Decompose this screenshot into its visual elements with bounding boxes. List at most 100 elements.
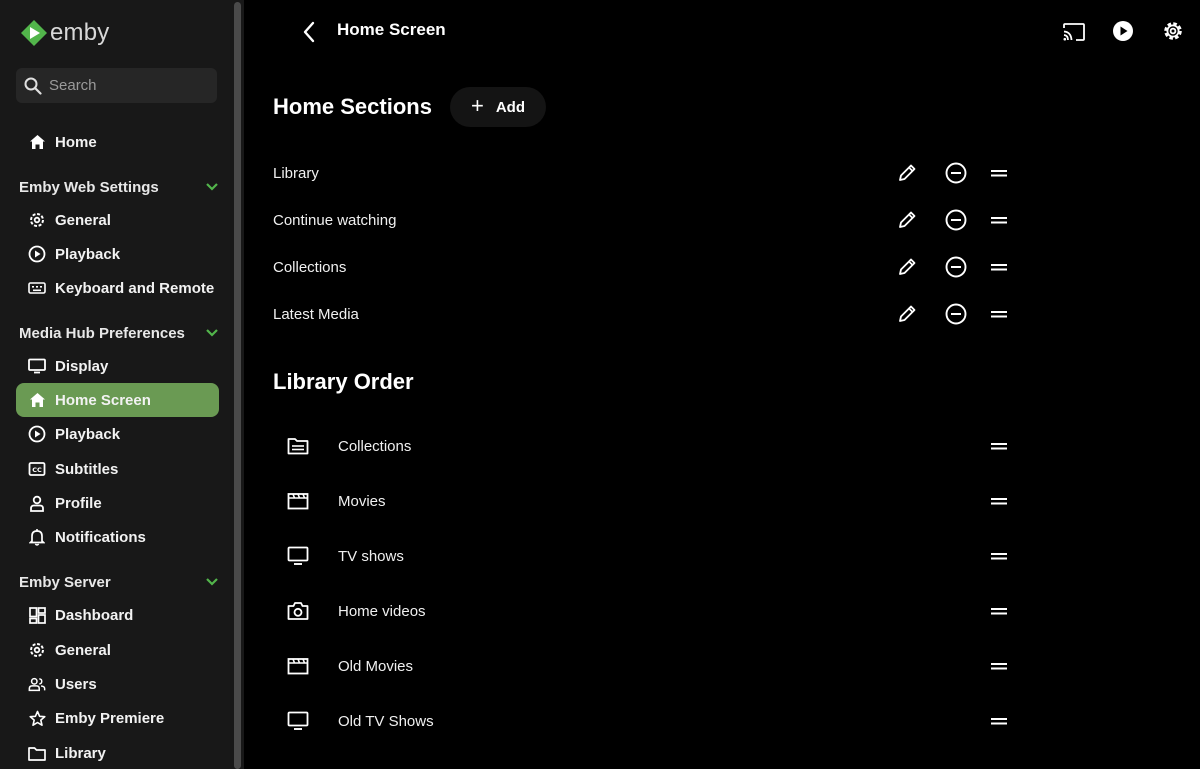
users-icon <box>28 675 46 693</box>
sidebar-scrollbar[interactable] <box>234 2 241 769</box>
sidebar-item-users[interactable]: Users <box>16 667 219 701</box>
sidebar-item-library[interactable]: Library <box>16 736 219 769</box>
library-label: Home videos <box>338 602 426 620</box>
library-row: Home videos <box>286 593 1013 629</box>
sidebar-item-general-server[interactable]: General <box>16 633 219 667</box>
library-row: Collections <box>286 428 1013 464</box>
sidebar-item-label: Keyboard and Remote <box>55 279 215 297</box>
library-label: Movies <box>338 492 386 510</box>
edit-icon[interactable] <box>893 159 921 187</box>
home-icon <box>28 133 46 151</box>
add-section-button[interactable]: + Add <box>450 87 546 127</box>
monitor-icon <box>28 357 46 375</box>
sidebar-item-emby-premiere[interactable]: Emby Premiere <box>16 701 219 735</box>
remove-circle-icon[interactable] <box>942 300 970 328</box>
section-label: Latest Media <box>273 305 359 323</box>
sidebar-item-label: Profile <box>55 494 102 512</box>
plus-icon: + <box>470 93 484 118</box>
add-label: Add <box>495 98 526 116</box>
cast-icon <box>1063 23 1085 41</box>
drag-handle-icon[interactable] <box>985 597 1013 625</box>
library-row: Old TV Shows <box>286 703 1013 739</box>
group-media-hub-preferences[interactable]: Media Hub Preferences <box>19 321 219 345</box>
sidebar-item-playback-2[interactable]: Playback <box>16 417 219 451</box>
keyboard-icon <box>28 279 46 297</box>
sidebar-item-label: Playback <box>55 245 121 263</box>
search-input[interactable]: Search <box>16 68 217 103</box>
movie-icon <box>286 489 310 513</box>
movie-icon <box>286 654 310 678</box>
search-placeholder: Search <box>49 77 97 94</box>
sidebar-item-label: Users <box>55 675 97 693</box>
sidebar-item-home-screen[interactable]: Home Screen <box>16 383 219 417</box>
sidebar-item-label: Library <box>55 744 106 762</box>
home-section-row: Library <box>273 158 1013 188</box>
chevron-down-icon <box>206 183 218 191</box>
dashboard-icon <box>28 606 46 624</box>
sidebar-item-label: Display <box>55 357 109 375</box>
edit-icon[interactable] <box>893 206 921 234</box>
remove-circle-icon[interactable] <box>942 159 970 187</box>
drag-handle-icon[interactable] <box>985 159 1013 187</box>
sidebar-item-display[interactable]: Display <box>16 349 219 383</box>
sidebar-item-label: General <box>55 641 111 659</box>
page-title: Home Screen <box>337 20 446 39</box>
drag-handle-icon[interactable] <box>985 487 1013 515</box>
edit-icon[interactable] <box>893 300 921 328</box>
sidebar-item-keyboard[interactable]: Keyboard and Remote <box>16 271 219 305</box>
edit-icon[interactable] <box>893 253 921 281</box>
home-icon <box>28 391 46 409</box>
section-label: Collections <box>273 258 347 276</box>
library-label: Old Movies <box>338 657 414 675</box>
library-order-title: Library Order <box>273 369 414 394</box>
sidebar-item-subtitles[interactable]: CC Subtitles <box>16 452 219 486</box>
settings-icon <box>1164 22 1182 40</box>
gear-icon <box>28 641 46 659</box>
drag-handle-icon[interactable] <box>985 432 1013 460</box>
remove-circle-icon[interactable] <box>942 206 970 234</box>
back-button[interactable] <box>295 18 323 46</box>
emby-logo-icon <box>21 20 47 46</box>
group-title: Media Hub Preferences <box>19 324 185 342</box>
sidebar-item-general[interactable]: General <box>16 203 219 237</box>
sidebar: emby Search Home Emby Web Settings Gener… <box>0 0 244 769</box>
sidebar-item-profile[interactable]: Profile <box>16 486 219 520</box>
home-section-row: Continue watching <box>273 205 1013 235</box>
camera-icon <box>286 599 310 623</box>
logo-text: emby <box>50 19 110 46</box>
folder-icon <box>286 434 310 458</box>
sidebar-item-label: Notifications <box>55 528 146 546</box>
emby-logo[interactable]: emby <box>20 18 110 48</box>
remove-circle-icon[interactable] <box>942 253 970 281</box>
sidebar-item-dashboard[interactable]: Dashboard <box>16 598 219 632</box>
drag-handle-icon[interactable] <box>985 707 1013 735</box>
group-emby-server[interactable]: Emby Server <box>19 570 219 594</box>
sidebar-item-home[interactable]: Home <box>16 125 219 159</box>
library-row: Movies <box>286 483 1013 519</box>
drag-handle-icon[interactable] <box>985 206 1013 234</box>
cast-button[interactable] <box>1060 18 1088 46</box>
sidebar-item-label: General <box>55 211 111 229</box>
drag-handle-icon[interactable] <box>985 253 1013 281</box>
play-circle-icon <box>28 425 46 443</box>
sidebar-item-label: Emby Premiere <box>55 709 165 727</box>
drag-handle-icon[interactable] <box>985 652 1013 680</box>
library-label: Old TV Shows <box>338 712 434 730</box>
sidebar-item-label: Home <box>55 133 97 151</box>
drag-handle-icon[interactable] <box>985 300 1013 328</box>
sidebar-item-playback[interactable]: Playback <box>16 237 219 271</box>
tv-icon <box>286 709 310 733</box>
sidebar-item-notifications[interactable]: Notifications <box>16 520 219 554</box>
search-icon <box>24 77 42 95</box>
person-icon <box>28 494 46 512</box>
section-label: Continue watching <box>273 211 397 229</box>
group-emby-web-settings[interactable]: Emby Web Settings <box>19 175 219 199</box>
drag-handle-icon[interactable] <box>985 542 1013 570</box>
settings-button[interactable] <box>1159 17 1187 45</box>
home-section-row: Collections <box>273 252 1013 282</box>
bell-icon <box>28 528 46 546</box>
svg-text:CC: CC <box>32 466 42 474</box>
closed-caption-icon: CC <box>28 460 46 478</box>
play-button[interactable] <box>1109 17 1137 45</box>
gear-icon <box>28 211 46 229</box>
